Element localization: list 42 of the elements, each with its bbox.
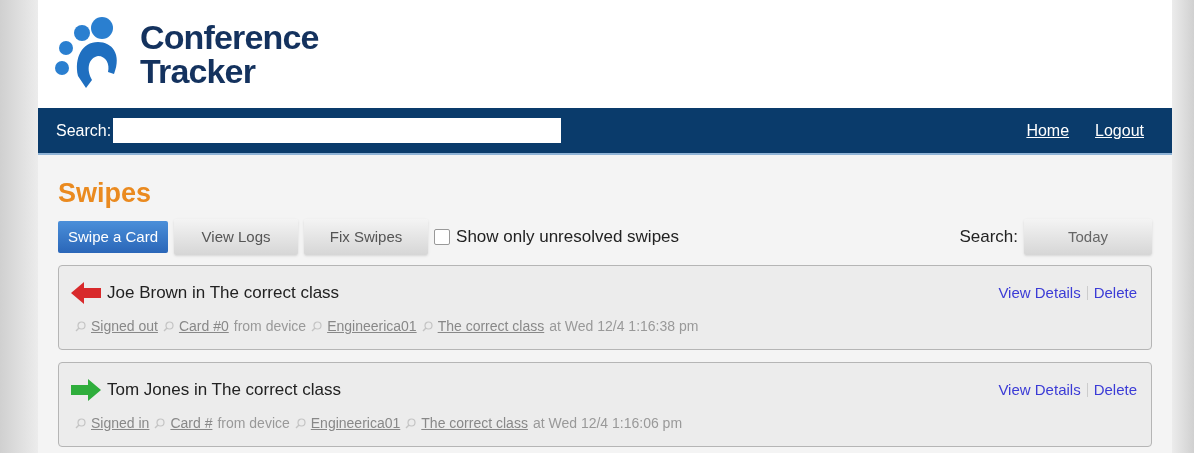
detail-link[interactable]: Engineerica01 — [310, 412, 401, 434]
nav-link[interactable]: Home — [1026, 118, 1070, 143]
date-filter-button[interactable]: Today — [1024, 219, 1152, 255]
filter-checkbox[interactable] — [434, 229, 451, 245]
search-icon — [75, 320, 86, 332]
detail-link[interactable]: Card # — [170, 412, 213, 434]
search-icon — [311, 320, 323, 332]
nav-link[interactable]: Logout — [1095, 118, 1144, 143]
app-title: Conference — [140, 20, 319, 54]
page-title: Swipes — [58, 177, 153, 209]
detail-link[interactable]: Signed in — [91, 412, 150, 434]
search-label: Search: — [959, 226, 1018, 249]
detail-text: at Wed 12/4 1:16:38 pm — [549, 316, 699, 336]
search-field[interactable] — [113, 118, 562, 143]
search-icon — [162, 320, 174, 332]
toolbar-button[interactable]: View Logs — [174, 219, 299, 255]
search-icon — [405, 417, 417, 429]
detail-link[interactable]: The correct class — [437, 315, 545, 337]
left-arrow-icon — [71, 281, 101, 304]
detail-link[interactable]: The correct class — [421, 412, 528, 434]
action-link[interactable]: View Details — [998, 281, 1081, 304]
right-arrow-icon — [71, 378, 101, 401]
detail-text: from device — [233, 316, 307, 336]
detail-link[interactable]: Engineerica01 — [327, 315, 417, 337]
swipe-title: Joe Brown in The correct class — [107, 282, 340, 304]
search-icon — [421, 320, 433, 332]
detail-text: from device — [217, 413, 290, 433]
filter-label: Show only unresolved swipes — [456, 226, 680, 249]
detail-text: at Wed 12/4 1:16:06 pm — [532, 413, 683, 433]
toolbar-button[interactable]: Fix Swipes — [304, 219, 429, 255]
action-link[interactable]: View Details — [998, 378, 1081, 401]
swipe-title: Tom Jones in The correct class — [107, 379, 341, 401]
detail-link[interactable]: Card #0 — [178, 315, 229, 337]
action-link[interactable]: Delete — [1093, 378, 1137, 401]
search-icon — [75, 417, 86, 429]
detail-link[interactable]: Signed out — [91, 315, 158, 337]
action-link[interactable]: Delete — [1093, 281, 1137, 304]
search-icon — [154, 417, 166, 429]
app-title: Tracker — [140, 54, 257, 88]
search-icon — [294, 417, 306, 429]
toolbar-button[interactable]: Swipe a Card — [58, 221, 169, 253]
search-label: Search: — [56, 120, 112, 141]
